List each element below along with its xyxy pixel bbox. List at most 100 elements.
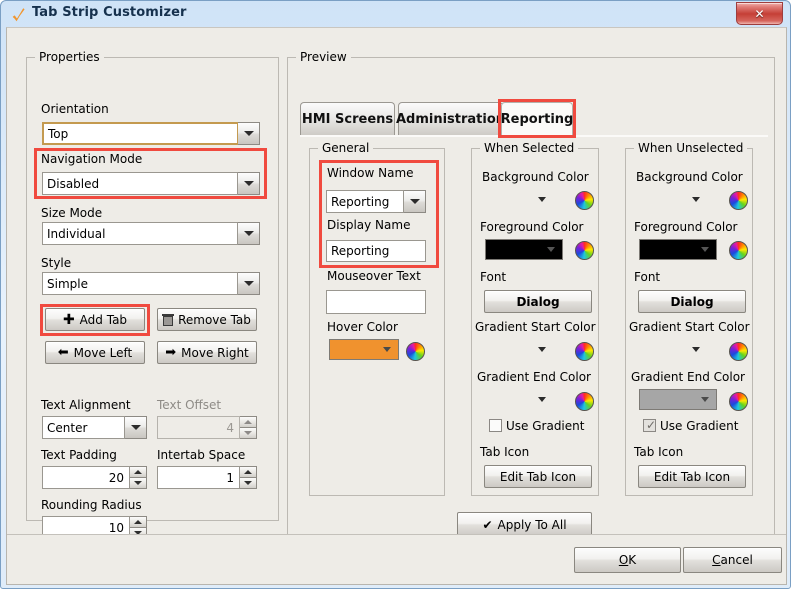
selected-background-color-label: Background Color	[482, 170, 589, 184]
size-mode-label: Size Mode	[41, 206, 103, 220]
ok-label: OK	[619, 553, 636, 567]
text-offset-spinner: 4	[157, 416, 257, 439]
tab-hmi-screens[interactable]: HMI Screens	[300, 102, 395, 135]
window-name-value: Reporting	[326, 190, 404, 213]
unselected-edit-tab-icon-button[interactable]: Edit Tab Icon	[638, 465, 746, 488]
cancel-label: Cancel	[712, 553, 753, 567]
intertab-space-stepper[interactable]	[240, 466, 257, 489]
text-offset-label: Text Offset	[157, 398, 222, 412]
mouseover-text-input[interactable]	[326, 290, 426, 314]
style-dropdown-button[interactable]	[238, 272, 260, 295]
text-padding-increment[interactable]	[130, 466, 147, 478]
unselected-use-gradient-checkbox[interactable]: ✓	[643, 419, 656, 432]
caret-up-icon	[134, 520, 142, 524]
add-tab-label: Add Tab	[79, 312, 128, 327]
trash-icon	[162, 313, 175, 326]
navigation-mode-label: Navigation Mode	[41, 152, 143, 166]
hover-color-picker-icon[interactable]	[406, 342, 425, 361]
chevron-down-icon	[538, 347, 546, 352]
wrench-icon	[10, 6, 28, 24]
chevron-down-icon	[130, 425, 141, 430]
navigation-mode-combo[interactable]: Disabled	[42, 172, 260, 195]
unselected-background-color-swatch[interactable]	[639, 189, 707, 210]
move-right-label: Move Right	[181, 345, 249, 360]
selected-use-gradient-checkbox[interactable]	[489, 419, 502, 432]
caret-down-icon	[134, 481, 142, 485]
tab-administration[interactable]: Administration	[396, 102, 505, 135]
style-label: Style	[41, 256, 72, 270]
intertab-space-increment[interactable]	[240, 466, 257, 478]
when-unselected-legend: When Unselected	[634, 141, 748, 155]
close-button[interactable]: ✕	[736, 2, 783, 25]
size-mode-combo[interactable]: Individual	[42, 222, 260, 245]
hover-color-swatch[interactable]	[329, 339, 399, 360]
selected-gradient-end-color-label: Gradient End Color	[477, 370, 591, 384]
unselected-gradient-end-color-swatch[interactable]	[639, 389, 717, 410]
text-padding-stepper[interactable]	[130, 466, 147, 489]
dialog-content: Properties Orientation Top Navigation Mo…	[7, 28, 786, 550]
text-alignment-combo[interactable]: Center	[42, 416, 147, 439]
selected-edit-tab-icon-button[interactable]: Edit Tab Icon	[484, 465, 592, 488]
unselected-gradient-start-color-picker-icon[interactable]	[729, 342, 748, 361]
cancel-button[interactable]: Cancel	[683, 547, 782, 573]
chevron-down-icon	[701, 247, 709, 252]
selected-gradient-end-color-swatch[interactable]	[485, 389, 553, 410]
selected-foreground-color-picker-icon[interactable]	[575, 241, 594, 260]
orientation-label: Orientation	[41, 102, 109, 116]
properties-legend: Properties	[35, 50, 104, 64]
selected-gradient-start-color-picker-icon[interactable]	[575, 342, 594, 361]
orientation-dropdown-button[interactable]	[238, 122, 260, 145]
add-tab-button[interactable]: ✚ Add Tab	[45, 308, 145, 331]
selected-gradient-end-color-picker-icon[interactable]	[575, 392, 594, 411]
ok-mnemonic: O	[618, 553, 629, 567]
unselected-tab-icon-label: Tab Icon	[634, 445, 684, 459]
unselected-gradient-end-color-picker-icon[interactable]	[729, 392, 748, 411]
intertab-space-value[interactable]: 1	[157, 466, 240, 489]
unselected-font-button[interactable]: Dialog	[638, 290, 746, 313]
move-left-button[interactable]: ⬅ Move Left	[45, 341, 145, 364]
intertab-space-decrement[interactable]	[240, 478, 257, 489]
cancel-mnemonic: C	[712, 553, 721, 567]
preview-legend: Preview	[296, 50, 351, 64]
display-name-input[interactable]: Reporting	[326, 240, 426, 262]
arrow-left-icon: ⬅	[57, 345, 69, 360]
selected-background-color-swatch[interactable]	[485, 189, 553, 210]
orientation-combo[interactable]: Top	[42, 122, 260, 145]
move-right-button[interactable]: ➡ Move Right	[157, 341, 257, 364]
selected-background-color-picker-icon[interactable]	[575, 191, 594, 210]
rounding-radius-increment[interactable]	[130, 516, 147, 528]
selected-gradient-start-color-label: Gradient Start Color	[475, 320, 596, 334]
orientation-value: Top	[42, 122, 238, 145]
text-padding-value[interactable]: 20	[42, 466, 130, 489]
chevron-down-icon	[243, 281, 254, 286]
text-alignment-value: Center	[42, 416, 125, 439]
style-value: Simple	[42, 272, 238, 295]
unselected-foreground-color-swatch[interactable]	[639, 239, 717, 260]
selected-gradient-start-color-swatch[interactable]	[485, 339, 553, 360]
intertab-space-label: Intertab Space	[157, 448, 246, 462]
unselected-use-gradient-label: Use Gradient	[660, 419, 739, 433]
window-name-dropdown-button[interactable]	[404, 190, 426, 213]
text-alignment-dropdown-button[interactable]	[125, 416, 147, 439]
window-name-combo[interactable]: Reporting	[326, 190, 426, 213]
selected-foreground-color-swatch[interactable]	[485, 239, 563, 260]
tab-reporting[interactable]: Reporting	[501, 102, 573, 135]
chevron-down-icon	[547, 247, 555, 252]
intertab-space-spinner[interactable]: 1	[157, 466, 257, 489]
apply-to-all-label: Apply To All	[497, 517, 567, 532]
size-mode-dropdown-button[interactable]	[238, 222, 260, 245]
unselected-background-color-picker-icon[interactable]	[729, 191, 748, 210]
remove-tab-button[interactable]: Remove Tab	[157, 308, 257, 331]
text-offset-stepper	[240, 416, 257, 439]
style-combo[interactable]: Simple	[42, 272, 260, 295]
unselected-foreground-color-picker-icon[interactable]	[729, 241, 748, 260]
when-selected-legend: When Selected	[480, 141, 579, 155]
text-padding-decrement[interactable]	[130, 478, 147, 489]
selected-use-gradient-label: Use Gradient	[506, 419, 585, 433]
ok-button[interactable]: OK	[574, 547, 681, 573]
chevron-down-icon	[692, 347, 700, 352]
selected-font-button[interactable]: Dialog	[484, 290, 592, 313]
text-padding-spinner[interactable]: 20	[42, 466, 147, 489]
navigation-mode-dropdown-button[interactable]	[238, 172, 260, 195]
unselected-gradient-start-color-swatch[interactable]	[639, 339, 707, 360]
